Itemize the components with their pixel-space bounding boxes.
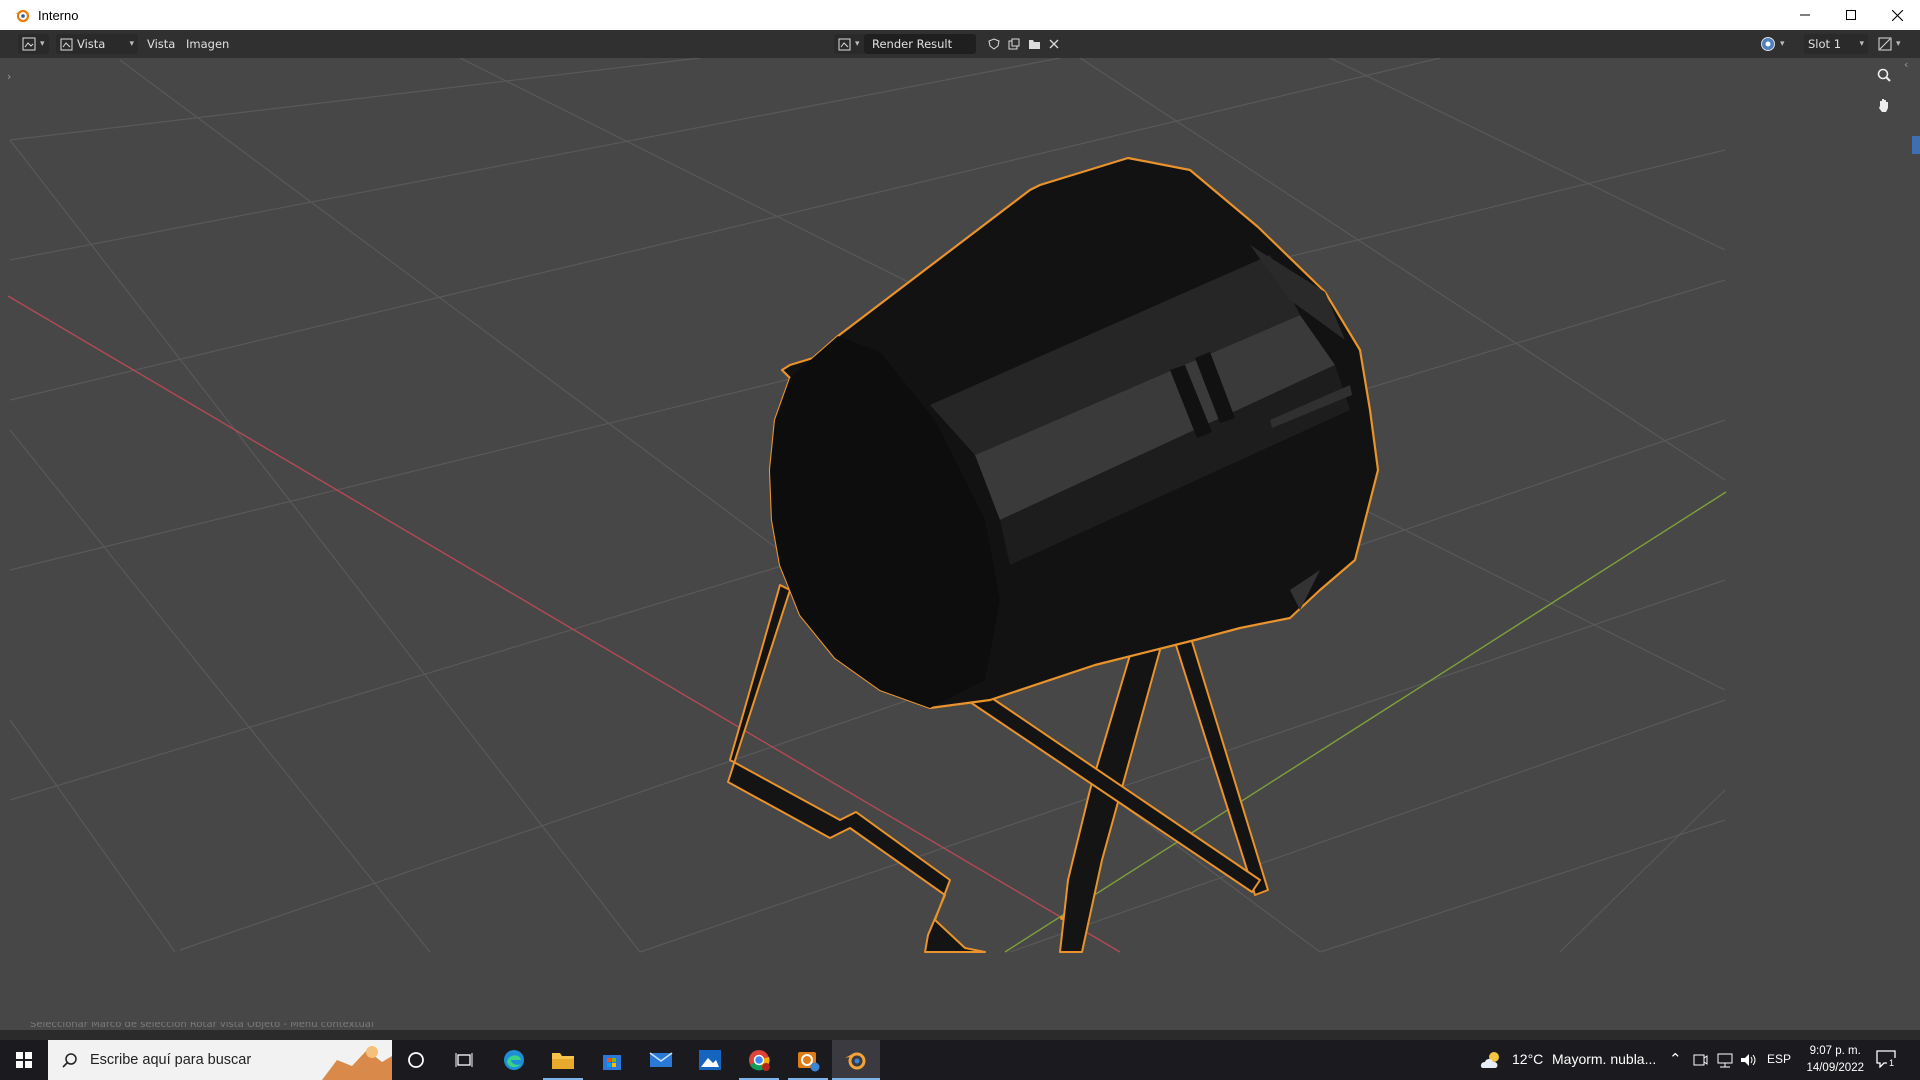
shield-icon bbox=[988, 38, 1000, 50]
search-highlight-illustration-icon bbox=[322, 1046, 392, 1080]
chevron-down-icon: ▾ bbox=[855, 39, 860, 49]
search-icon bbox=[62, 1053, 77, 1068]
notification-count: 1 bbox=[1887, 1058, 1897, 1068]
weather-text: Mayorm. nubla... bbox=[1552, 1051, 1657, 1067]
window-titlebar: Interno bbox=[0, 0, 1920, 30]
chevron-down-icon: ▾ bbox=[129, 39, 134, 49]
store-app-button[interactable] bbox=[588, 1040, 636, 1080]
close-icon bbox=[1891, 9, 1903, 21]
mail-app-button[interactable] bbox=[637, 1040, 685, 1080]
unlink-image-button[interactable] bbox=[1045, 34, 1063, 54]
open-image-button[interactable] bbox=[1025, 34, 1043, 54]
show-hidden-icons-chevron-icon[interactable]: ⌃ bbox=[1669, 1050, 1682, 1068]
scopes-icon bbox=[1878, 37, 1892, 51]
view-mode-label: Vista bbox=[77, 37, 106, 51]
minimize-button[interactable] bbox=[1782, 0, 1828, 30]
region-edge-indicator bbox=[1912, 136, 1920, 154]
menu-vista[interactable]: Vista bbox=[147, 34, 175, 54]
menu-imagen-label: Imagen bbox=[186, 37, 230, 51]
image-name-text: Render Result bbox=[872, 37, 953, 51]
chrome-app-button[interactable] bbox=[735, 1040, 783, 1080]
clock[interactable]: 9:07 p. m. 14/09/2022 bbox=[1806, 1043, 1864, 1077]
maximize-button[interactable] bbox=[1828, 0, 1874, 30]
edge-icon bbox=[504, 1050, 524, 1070]
windows-logo-icon bbox=[16, 1052, 32, 1068]
mail-envelope-icon bbox=[649, 1052, 673, 1067]
chevron-down-icon: ▾ bbox=[1896, 39, 1901, 49]
editor-type-selector[interactable]: ▾ bbox=[18, 34, 49, 54]
volume-icon[interactable] bbox=[1740, 1052, 1758, 1068]
chevron-down-icon: ▾ bbox=[1780, 39, 1785, 49]
render-viewport[interactable]: › ‹ bbox=[0, 58, 1920, 1030]
display-channels-icon bbox=[1761, 37, 1775, 51]
image-editor-header: ▾ Vista ▾ Vista Imagen ▾ Render Result ▾… bbox=[0, 30, 1920, 59]
scopes-dropdown[interactable]: ▾ bbox=[1874, 34, 1905, 54]
blender-logo-icon bbox=[845, 1052, 866, 1070]
image-browse-icon bbox=[838, 38, 851, 50]
minimize-icon bbox=[1800, 14, 1810, 16]
slot-dropdown[interactable]: Slot 1 ▾ bbox=[1804, 34, 1868, 54]
window-title: Interno bbox=[38, 7, 79, 23]
blender-launcher-button[interactable] bbox=[784, 1040, 832, 1080]
new-image-button[interactable] bbox=[1005, 34, 1023, 54]
render-image bbox=[7, 58, 1727, 953]
cortana-circle-icon bbox=[408, 1052, 424, 1068]
task-view-button[interactable] bbox=[440, 1040, 488, 1080]
image-editor-icon bbox=[22, 37, 36, 51]
maximize-icon bbox=[1846, 10, 1856, 20]
partly-cloudy-icon bbox=[1480, 1052, 1499, 1068]
blender-logo-icon bbox=[15, 9, 30, 23]
duplicate-icon bbox=[1008, 38, 1020, 50]
network-icon[interactable] bbox=[1716, 1052, 1734, 1068]
blender-stack-icon bbox=[798, 1052, 820, 1072]
magnifier-icon bbox=[1877, 68, 1891, 82]
close-button[interactable] bbox=[1874, 0, 1920, 30]
folder-icon bbox=[1028, 40, 1040, 49]
hand-icon bbox=[1879, 99, 1888, 112]
task-view-icon bbox=[455, 1053, 473, 1067]
image-name-field[interactable]: Render Result bbox=[864, 34, 976, 54]
sidebar-toggle-icon[interactable]: ‹ bbox=[1904, 58, 1908, 71]
language-indicator[interactable]: ESP bbox=[1767, 1052, 1791, 1066]
notification-center-button[interactable]: 1 bbox=[1876, 1050, 1898, 1070]
file-explorer-button[interactable] bbox=[539, 1040, 587, 1080]
blender-app-button[interactable] bbox=[832, 1040, 880, 1080]
meet-now-icon[interactable] bbox=[1692, 1052, 1708, 1068]
menu-vista-label: Vista bbox=[147, 37, 176, 51]
cortana-button[interactable] bbox=[392, 1040, 440, 1080]
edge-app-button[interactable] bbox=[490, 1040, 538, 1080]
taskbar-search-box[interactable]: Escribe aquí para buscar bbox=[48, 1040, 392, 1080]
folder-icon bbox=[552, 1053, 574, 1069]
status-bar: Seleccionar Marco de selección Rotar vis… bbox=[0, 1022, 1920, 1032]
fake-user-button[interactable] bbox=[985, 34, 1003, 54]
search-placeholder: Escribe aquí para buscar bbox=[90, 1052, 252, 1068]
slot-label: Slot 1 bbox=[1808, 37, 1842, 51]
view-mode-icon bbox=[60, 38, 73, 50]
clock-date: 14/09/2022 bbox=[1806, 1062, 1864, 1074]
pan-hand-icon[interactable] bbox=[1876, 97, 1900, 121]
store-bag-icon bbox=[603, 1055, 621, 1070]
chrome-icon bbox=[749, 1050, 770, 1071]
image-browse-button[interactable]: ▾ bbox=[834, 34, 864, 54]
photos-icon bbox=[699, 1050, 721, 1070]
toolbar-toggle-icon[interactable]: › bbox=[7, 70, 11, 83]
chevron-down-icon: ▾ bbox=[1859, 39, 1864, 49]
photos-app-button[interactable] bbox=[686, 1040, 734, 1080]
menu-imagen[interactable]: Imagen bbox=[186, 34, 229, 54]
weather-temp: 12°C bbox=[1512, 1051, 1544, 1067]
windows-taskbar: Escribe aquí para buscar 12°C Mayorm. nu… bbox=[0, 1040, 1920, 1080]
chevron-down-icon: ▾ bbox=[40, 39, 45, 49]
view-mode-dropdown[interactable]: Vista ▾ bbox=[56, 34, 138, 54]
close-icon bbox=[1049, 39, 1059, 49]
clock-time: 9:07 p. m. bbox=[1809, 1045, 1861, 1057]
start-button[interactable] bbox=[0, 1040, 48, 1080]
zoom-icon[interactable] bbox=[1876, 67, 1900, 91]
status-hint-text: Seleccionar Marco de selección Rotar vis… bbox=[30, 1022, 374, 1030]
display-channels-dropdown[interactable]: ▾ bbox=[1756, 34, 1789, 54]
